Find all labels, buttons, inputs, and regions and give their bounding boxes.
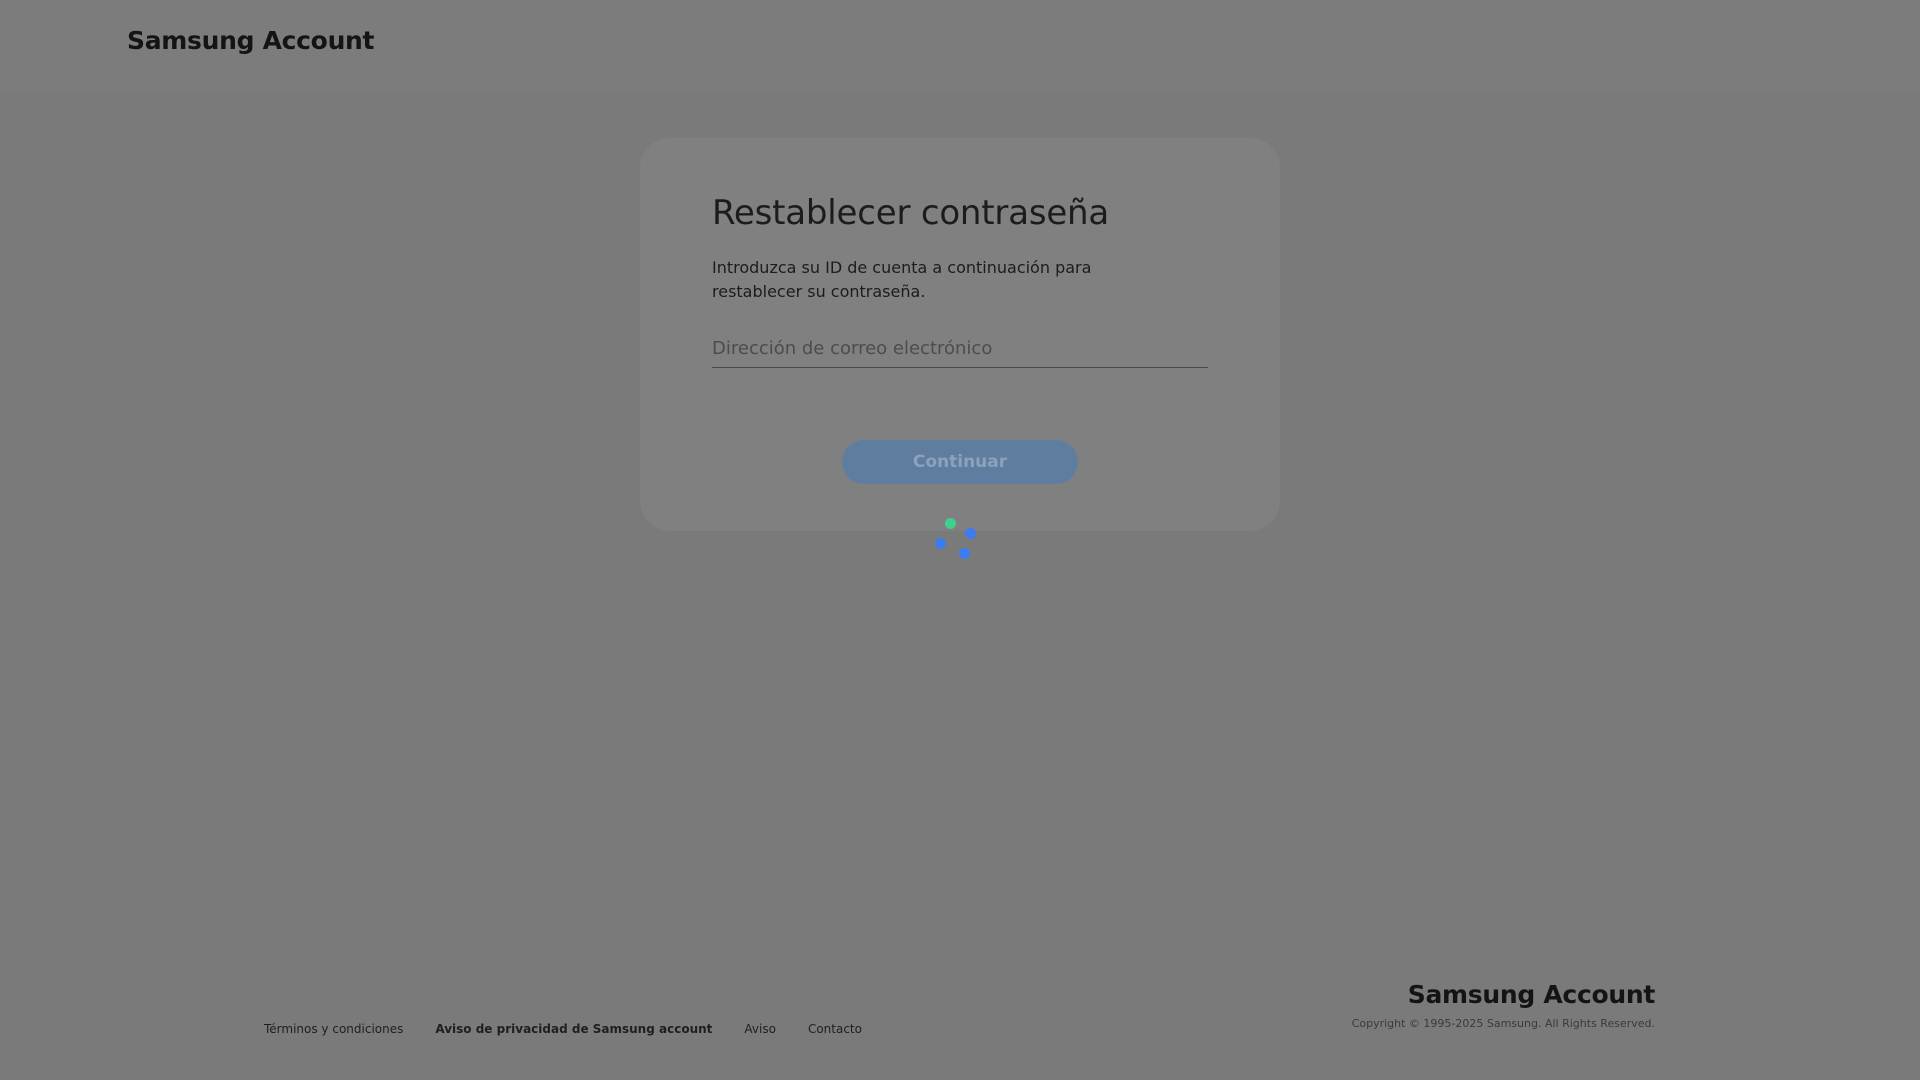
instructions-text: Introduzca su ID de cuenta a continuació… — [712, 258, 1092, 301]
email-field[interactable] — [712, 326, 1208, 368]
spinner-dot — [959, 548, 970, 559]
contact-link[interactable]: Contacto — [808, 1022, 862, 1036]
footer-links: Términos y condiciones Aviso de privacid… — [264, 1022, 894, 1036]
privacy-link[interactable]: Aviso de privacidad de Samsung account — [435, 1022, 712, 1036]
terms-link[interactable]: Términos y condiciones — [264, 1022, 403, 1036]
spinner-dot — [945, 518, 956, 529]
reset-password-card: Restablecer contraseña Introduzca su ID … — [640, 138, 1280, 531]
loading-spinner-icon — [935, 516, 983, 564]
samsung-account-logo[interactable]: Samsung Account — [127, 26, 375, 55]
email-input[interactable] — [712, 326, 1208, 367]
copyright-text: Copyright © 1995-2025 Samsung. All Right… — [1351, 1017, 1655, 1030]
page-title: Restablecer contraseña — [712, 193, 1110, 233]
notice-link[interactable]: Aviso — [744, 1022, 776, 1036]
page-header: Samsung Account — [0, 0, 1920, 90]
footer-samsung-account-logo: Samsung Account — [1407, 980, 1656, 1009]
spinner-dot — [965, 528, 976, 539]
continue-button[interactable]: Continuar — [842, 440, 1078, 484]
spinner-dot — [935, 538, 946, 549]
